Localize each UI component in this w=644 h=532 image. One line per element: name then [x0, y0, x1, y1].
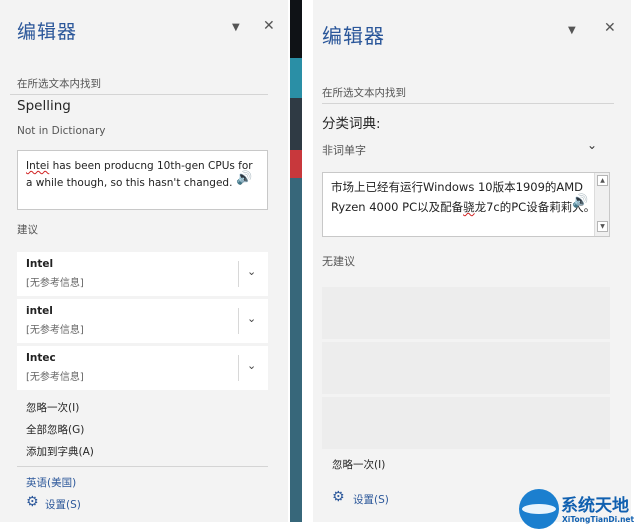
pane-options-dropdown-icon[interactable]: ▼	[232, 22, 240, 33]
chevron-down-icon[interactable]: ⌄	[247, 359, 256, 372]
found-in-selection-label: 在所选文本内找到	[322, 87, 406, 99]
ignore-all-link[interactable]: 全部忽略(G)	[26, 422, 84, 437]
scroll-up-icon[interactable]: ▲	[597, 175, 608, 186]
not-in-dictionary-label: Not in Dictionary	[17, 125, 106, 137]
chevron-down-icon[interactable]: ⌄	[587, 138, 597, 152]
divider	[238, 355, 239, 381]
language-link[interactable]: 英语(美国)	[26, 475, 76, 490]
flagged-character: 骁	[463, 200, 475, 214]
misspelled-word: Intei	[26, 160, 50, 172]
editor-pane-left: 编辑器 ▼ ✕ 在所选文本内找到 Spelling Not in Diction…	[0, 0, 288, 522]
gear-icon[interactable]: ⚙	[332, 489, 345, 505]
divider	[238, 308, 239, 334]
pane-options-dropdown-icon[interactable]: ▼	[568, 25, 576, 36]
gear-icon[interactable]: ⚙	[26, 494, 39, 510]
suggestion-card-2[interactable]: intel [无参考信息] ⌄	[17, 299, 268, 343]
settings-link[interactable]: 设置(S)	[353, 492, 389, 507]
non-word-label: 非词单字	[322, 144, 366, 157]
pane-title: 编辑器	[17, 21, 78, 43]
suggestion-note: [无参考信息]	[26, 278, 84, 289]
context-text: has been producng 10th-gen CPUs for a wh…	[26, 160, 253, 189]
suggestion-word: Intel	[26, 258, 54, 270]
divider	[10, 94, 268, 95]
context-textbox: 市场上已经有运行Windows 10版本1909的AMD Ryzen 4000 …	[322, 172, 610, 237]
close-icon[interactable]: ✕	[604, 20, 616, 36]
suggestion-card-1[interactable]: Intel [无参考信息] ⌄	[17, 252, 268, 296]
logo-name: 系统天地	[561, 496, 629, 516]
site-watermark-logo: 系统天地 XiTongTianDi.net	[519, 485, 644, 532]
read-aloud-speaker-icon[interactable]: 🔊	[572, 194, 588, 209]
spelling-title: Spelling	[17, 98, 71, 114]
suggestions-label: 建议	[17, 224, 38, 236]
suggestion-word: Intec	[26, 352, 56, 364]
divider	[17, 466, 268, 467]
background-window-strip	[290, 0, 302, 522]
logo-url: XiTongTianDi.net	[562, 515, 635, 524]
close-icon[interactable]: ✕	[263, 18, 275, 34]
pane-title: 编辑器	[322, 24, 385, 48]
suggestion-word: intel	[26, 305, 53, 317]
textbox-scrollbar[interactable]: ▲ ▼	[594, 173, 609, 236]
read-aloud-speaker-icon[interactable]: 🔊	[236, 171, 252, 186]
suggestion-note: [无参考信息]	[26, 372, 84, 383]
chevron-down-icon[interactable]: ⌄	[247, 312, 256, 325]
empty-suggestion-slot	[322, 287, 610, 339]
logo-icon	[519, 489, 559, 529]
category-dictionary-title: 分类词典:	[322, 116, 381, 132]
suggestion-card-3[interactable]: Intec [无参考信息] ⌄	[17, 346, 268, 390]
no-suggestions-label: 无建议	[322, 255, 355, 268]
suggestion-note: [无参考信息]	[26, 325, 84, 336]
ignore-once-link[interactable]: 忽略一次(I)	[332, 457, 385, 472]
empty-suggestion-slot	[322, 397, 610, 449]
scroll-down-icon[interactable]: ▼	[597, 221, 608, 232]
empty-suggestion-slot	[322, 342, 610, 394]
chevron-down-icon[interactable]: ⌄	[247, 265, 256, 278]
found-in-selection-label: 在所选文本内找到	[17, 78, 101, 90]
divider	[322, 103, 614, 104]
context-textbox: Intei has been producng 10th-gen CPUs fo…	[17, 150, 268, 210]
editor-pane-right: 编辑器 ▼ ✕ 在所选文本内找到 分类词典: 非词单字 ⌄ 市场上已经有运行Wi…	[313, 0, 631, 522]
settings-link[interactable]: 设置(S)	[45, 497, 81, 512]
divider	[238, 261, 239, 287]
add-to-dictionary-link[interactable]: 添加到字典(A)	[26, 444, 94, 459]
ignore-once-link[interactable]: 忽略一次(I)	[26, 400, 79, 415]
